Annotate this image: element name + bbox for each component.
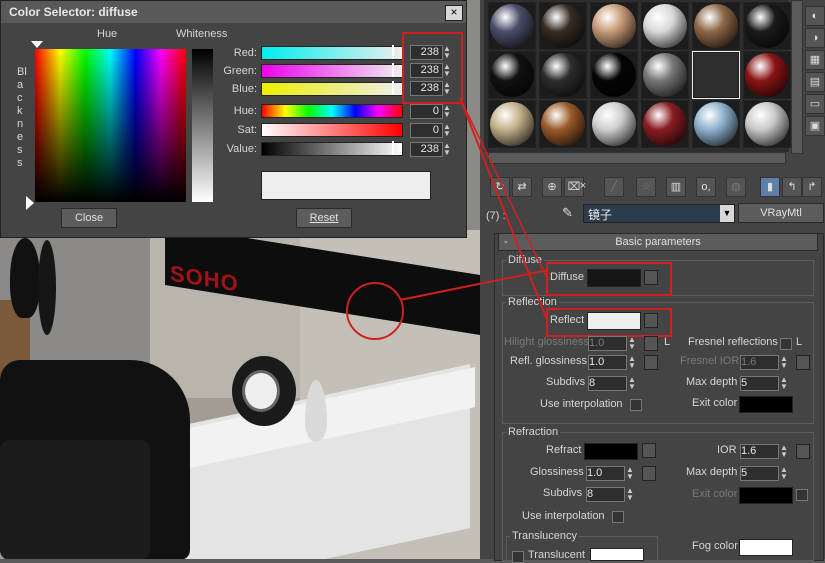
material-sample-slot[interactable] [641,51,689,99]
material-sphere [745,53,789,97]
material-sphere [643,102,687,146]
material-sample-slot[interactable] [743,100,791,148]
material-sample-slot[interactable] [692,51,740,99]
material-sample-slot[interactable] [488,100,536,148]
material-sample-slot[interactable] [488,2,536,50]
material-sphere [541,53,585,97]
material-sample-slot[interactable] [539,51,587,99]
material-sphere [592,102,636,146]
material-sphere [592,4,636,48]
material-sample-slot[interactable] [539,100,587,148]
material-sample-slot[interactable] [692,2,740,50]
material-sphere [541,4,585,48]
material-sample-slot[interactable] [692,100,740,148]
material-sphere [694,102,738,146]
material-sample-slot[interactable] [590,100,638,148]
material-sample-slot[interactable] [590,51,638,99]
material-sample-slot[interactable] [641,2,689,50]
material-sphere [490,102,534,146]
material-sample-slot[interactable] [488,51,536,99]
annotation-line [399,269,549,301]
material-sphere [490,4,534,48]
material-sphere [643,4,687,48]
material-sphere [592,53,636,97]
material-sample-slot[interactable] [641,100,689,148]
material-sphere [745,4,789,48]
material-sphere [745,102,789,146]
material-sample-slot[interactable] [590,2,638,50]
material-sphere [643,53,687,97]
material-sphere [694,53,738,97]
material-sample-slot[interactable] [743,2,791,50]
material-sample-slot[interactable] [539,2,587,50]
material-sphere [694,4,738,48]
material-sphere [490,53,534,97]
material-sample-slot[interactable] [743,51,791,99]
material-sphere [541,102,585,146]
